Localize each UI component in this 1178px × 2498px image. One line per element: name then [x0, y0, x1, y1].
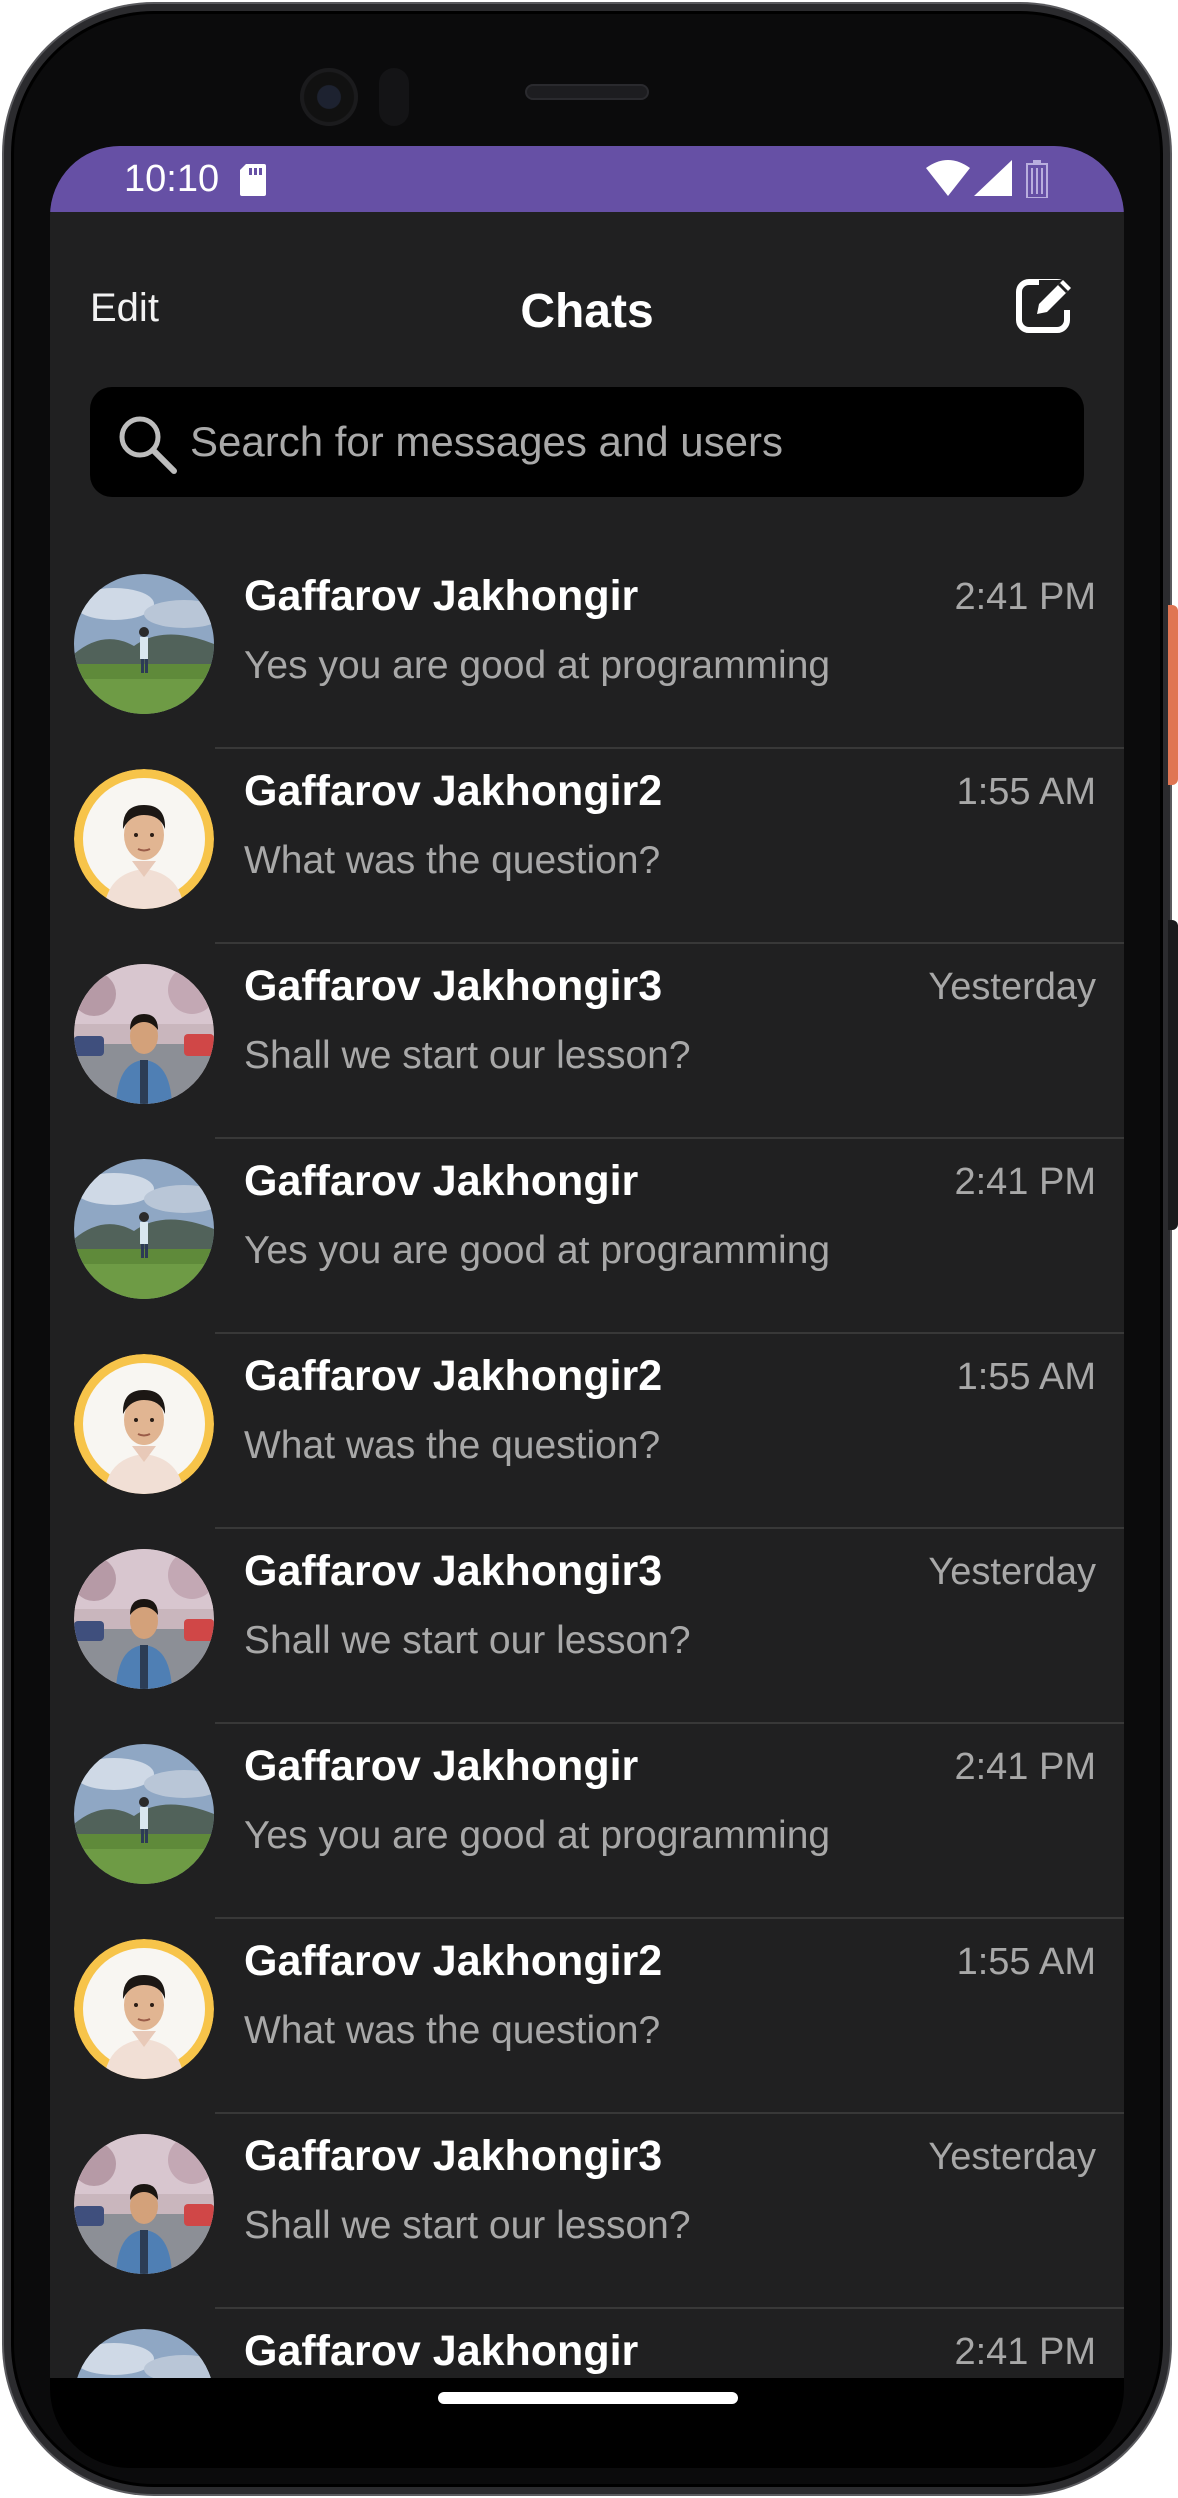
avatar	[74, 769, 214, 909]
chat-list-item[interactable]: Gaffarov Jakhongir3 Yesterday Shall we sta…	[50, 2114, 1124, 2309]
avatar	[74, 2134, 214, 2274]
volume-button	[1168, 920, 1178, 1230]
chat-list-item[interactable]: Gaffarov Jakhongir2 1:55 AM What was the q…	[50, 749, 1124, 944]
chat-name: Gaffarov Jakhongir2	[244, 1352, 663, 1400]
avatar	[74, 2329, 214, 2378]
chat-time: Yesterday	[928, 2136, 1096, 2178]
chat-name: Gaffarov Jakhongir	[244, 1157, 639, 1205]
chat-name: Gaffarov Jakhongir3	[244, 2132, 663, 2180]
chat-name: Gaffarov Jakhongir	[244, 2327, 639, 2375]
status-bar: 10:10	[50, 146, 1124, 212]
app-screen: 10:10 Edit Chats Search for messages and…	[50, 146, 1124, 2378]
chat-last-message: Shall we start our lesson?	[244, 1619, 691, 1662]
sd-card-icon	[240, 164, 266, 196]
compose-icon[interactable]	[1015, 272, 1079, 336]
chat-time: 2:41 PM	[954, 1746, 1096, 1788]
search-bar[interactable]	[90, 387, 1084, 497]
avatar	[74, 574, 214, 714]
power-button	[1168, 605, 1178, 785]
chat-name: Gaffarov Jakhongir	[244, 572, 639, 620]
chat-time: Yesterday	[928, 1551, 1096, 1593]
chat-time: 1:55 AM	[956, 1356, 1096, 1398]
chat-list-item[interactable]: Gaffarov Jakhongir 2:41 PM Yes you are goo…	[50, 1139, 1124, 1334]
chat-name: Gaffarov Jakhongir3	[244, 1547, 663, 1595]
chat-last-message: What was the question?	[244, 839, 661, 882]
chat-last-message: Shall we start our lesson?	[244, 1034, 691, 1077]
chat-last-message: What was the question?	[244, 1424, 661, 1467]
wifi-icon	[926, 160, 970, 196]
avatar	[74, 1939, 214, 2079]
chat-last-message: Yes you are good at programming	[244, 644, 831, 687]
chat-name: Gaffarov Jakhongir	[244, 1742, 639, 1790]
avatar	[74, 1549, 214, 1689]
chat-list-item[interactable]: Gaffarov Jakhongir3 Yesterday Shall we sta…	[50, 1529, 1124, 1724]
chat-name: Gaffarov Jakhongir2	[244, 767, 663, 815]
chat-last-message: What was the question?	[244, 2009, 661, 2052]
avatar	[74, 964, 214, 1104]
chat-last-message: Yes you are good at programming	[244, 1814, 831, 1857]
chat-list-item[interactable]: Gaffarov Jakhongir 2:41 PM Yes you are goo…	[50, 554, 1124, 749]
battery-icon	[1026, 160, 1048, 198]
page-title: Chats	[520, 285, 654, 338]
chat-list-item[interactable]: Gaffarov Jakhongir 2:41 PM Yes you are goo…	[50, 1724, 1124, 1919]
home-indicator[interactable]	[438, 2392, 738, 2404]
earpiece-speaker	[525, 84, 649, 100]
chat-list-item[interactable]: Gaffarov Jakhongir3 Yesterday Shall we sta…	[50, 944, 1124, 1139]
signal-icon	[974, 160, 1012, 196]
chat-name: Gaffarov Jakhongir2	[244, 1937, 663, 1985]
search-input[interactable]	[190, 387, 1060, 497]
chat-list-item[interactable]: Gaffarov Jakhongir 2:41 PM	[50, 2309, 1124, 2378]
front-camera	[300, 68, 358, 126]
chat-time: 2:41 PM	[954, 2331, 1096, 2373]
chat-list: Gaffarov Jakhongir 2:41 PM Yes you are goo…	[50, 554, 1124, 2378]
chat-time: 1:55 AM	[956, 1941, 1096, 1983]
search-icon	[119, 416, 177, 474]
avatar	[74, 1354, 214, 1494]
chat-name: Gaffarov Jakhongir3	[244, 962, 663, 1010]
chat-last-message: Yes you are good at programming	[244, 1229, 831, 1272]
proximity-sensor	[379, 68, 409, 126]
chat-time: 2:41 PM	[954, 576, 1096, 618]
chat-time: 1:55 AM	[956, 771, 1096, 813]
chats-header: Edit Chats	[50, 212, 1124, 362]
avatar	[74, 1159, 214, 1299]
chat-list-item[interactable]: Gaffarov Jakhongir2 1:55 AM What was the q…	[50, 1919, 1124, 2114]
status-time: 10:10	[124, 158, 220, 200]
avatar	[74, 1744, 214, 1884]
chat-list-item[interactable]: Gaffarov Jakhongir2 1:55 AM What was the q…	[50, 1334, 1124, 1529]
chat-last-message: Shall we start our lesson?	[244, 2204, 691, 2247]
chat-time: Yesterday	[928, 966, 1096, 1008]
chat-time: 2:41 PM	[954, 1161, 1096, 1203]
